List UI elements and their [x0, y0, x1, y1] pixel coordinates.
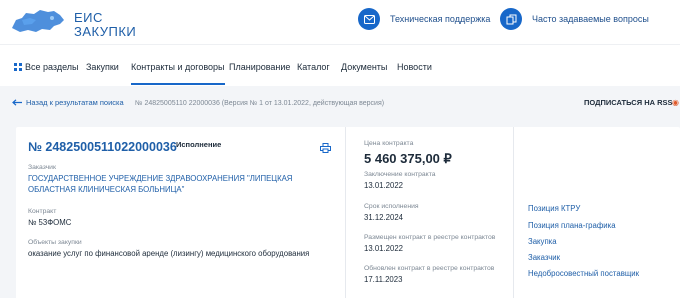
date-value: 13.01.2022 [364, 181, 404, 190]
customer-label: Заказчик [28, 164, 56, 171]
card-links-column: Позиция КТРУ Позиция плана-графика Закуп… [514, 127, 680, 298]
status-badge: Исполнение [176, 140, 222, 149]
nav-contracts[interactable]: Контракты и договоры [131, 62, 225, 85]
arrow-left-icon [12, 99, 22, 106]
ktru-position-link[interactable]: Позиция КТРУ [528, 204, 580, 213]
logo-line1: ЕИС [74, 10, 103, 25]
back-label: Назад к результатам поиска [26, 98, 124, 107]
price-label: Цена контракта [364, 140, 414, 147]
faq-label: Часто задаваемые вопросы [532, 14, 649, 24]
plan-position-link[interactable]: Позиция плана-графика [528, 221, 616, 230]
price-value: 5 460 375,00 ₽ [364, 151, 452, 166]
nav-label: Контракты и договоры [131, 62, 225, 72]
customer-link[interactable]: ГОСУДАРСТВЕННОЕ УЧРЕЖДЕНИЕ ЗДРАВООХРАНЕН… [28, 173, 340, 195]
updated-value: 17.11.2023 [364, 275, 403, 284]
logo-line2: ЗАКУПКИ [74, 24, 137, 39]
card-main-column: № 2482500511022000036 Исполнение Заказчи… [16, 127, 346, 298]
nav-planning[interactable]: Планирование [229, 62, 290, 72]
contract-value: № 53ФОМС [28, 218, 72, 227]
purchase-link[interactable]: Закупка [528, 237, 557, 246]
card-info-column: Цена контракта 5 460 375,00 ₽ Заключение… [346, 127, 514, 298]
grid-icon [14, 63, 22, 71]
header: ЕИС ЗАКУПКИ Техническая поддержка Часто … [0, 0, 680, 44]
nav-label: Документы [341, 62, 388, 72]
print-icon[interactable] [320, 140, 331, 158]
faq-button[interactable]: Часто задаваемые вопросы [500, 7, 649, 31]
back-link[interactable]: Назад к результатам поиска [12, 98, 124, 107]
updated-label: Обновлен контракт в реестре контрактов [364, 265, 495, 272]
term-label: Срок исполнения [364, 203, 419, 210]
support-button[interactable]: Техническая поддержка [358, 7, 490, 31]
nav-label: Планирование [229, 62, 291, 72]
objects-label: Объекты закупки [28, 239, 82, 246]
nav-all-sections[interactable]: Все разделы [14, 62, 79, 72]
nav-catalog[interactable]: Каталог [297, 62, 330, 72]
nav-news[interactable]: Новости [397, 62, 432, 72]
mail-icon [358, 8, 380, 30]
term-value: 31.12.2024 [364, 213, 404, 222]
support-label: Техническая поддержка [390, 14, 491, 24]
nav-label: Новости [397, 62, 432, 72]
breadcrumb-path: № 24825005110 22000036 (Версия № 1 от 13… [135, 100, 385, 107]
copy-icon [500, 8, 522, 30]
nav-label: Все разделы [25, 62, 79, 72]
objects-value: оказание услуг по финансовой аренде (лиз… [28, 249, 310, 258]
contract-label: Контракт [28, 208, 57, 215]
nav-purchases[interactable]: Закупки [86, 62, 119, 72]
posted-value: 13.01.2022 [364, 244, 404, 253]
posted-label: Размещен контракт в реестре контрактов [364, 234, 496, 241]
nav-label: Каталог [297, 62, 330, 72]
date-label: Заключение контракта [364, 171, 436, 178]
eis-logo[interactable]: ЕИС ЗАКУПКИ [8, 6, 138, 39]
russia-map-icon [12, 10, 64, 32]
unscrupulous-supplier-link[interactable]: Недобросовестный поставщик [528, 269, 639, 278]
customer-side-link[interactable]: Заказчик [528, 253, 560, 262]
breadcrumb: Назад к результатам поиска № 24825005110… [0, 86, 680, 122]
nav-documents[interactable]: Документы [341, 62, 387, 72]
rss-subscribe-link[interactable]: ПОДПИСАТЬСЯ НА RSS [584, 98, 673, 107]
nav-label: Закупки [86, 62, 119, 72]
rss-icon[interactable]: ◉ [672, 98, 679, 107]
main-nav: Все разделы Закупки Контракты и договоры… [0, 44, 680, 86]
contract-number-link[interactable]: № 2482500511022000036 [28, 140, 177, 154]
contract-card: № 2482500511022000036 Исполнение Заказчи… [16, 127, 680, 298]
